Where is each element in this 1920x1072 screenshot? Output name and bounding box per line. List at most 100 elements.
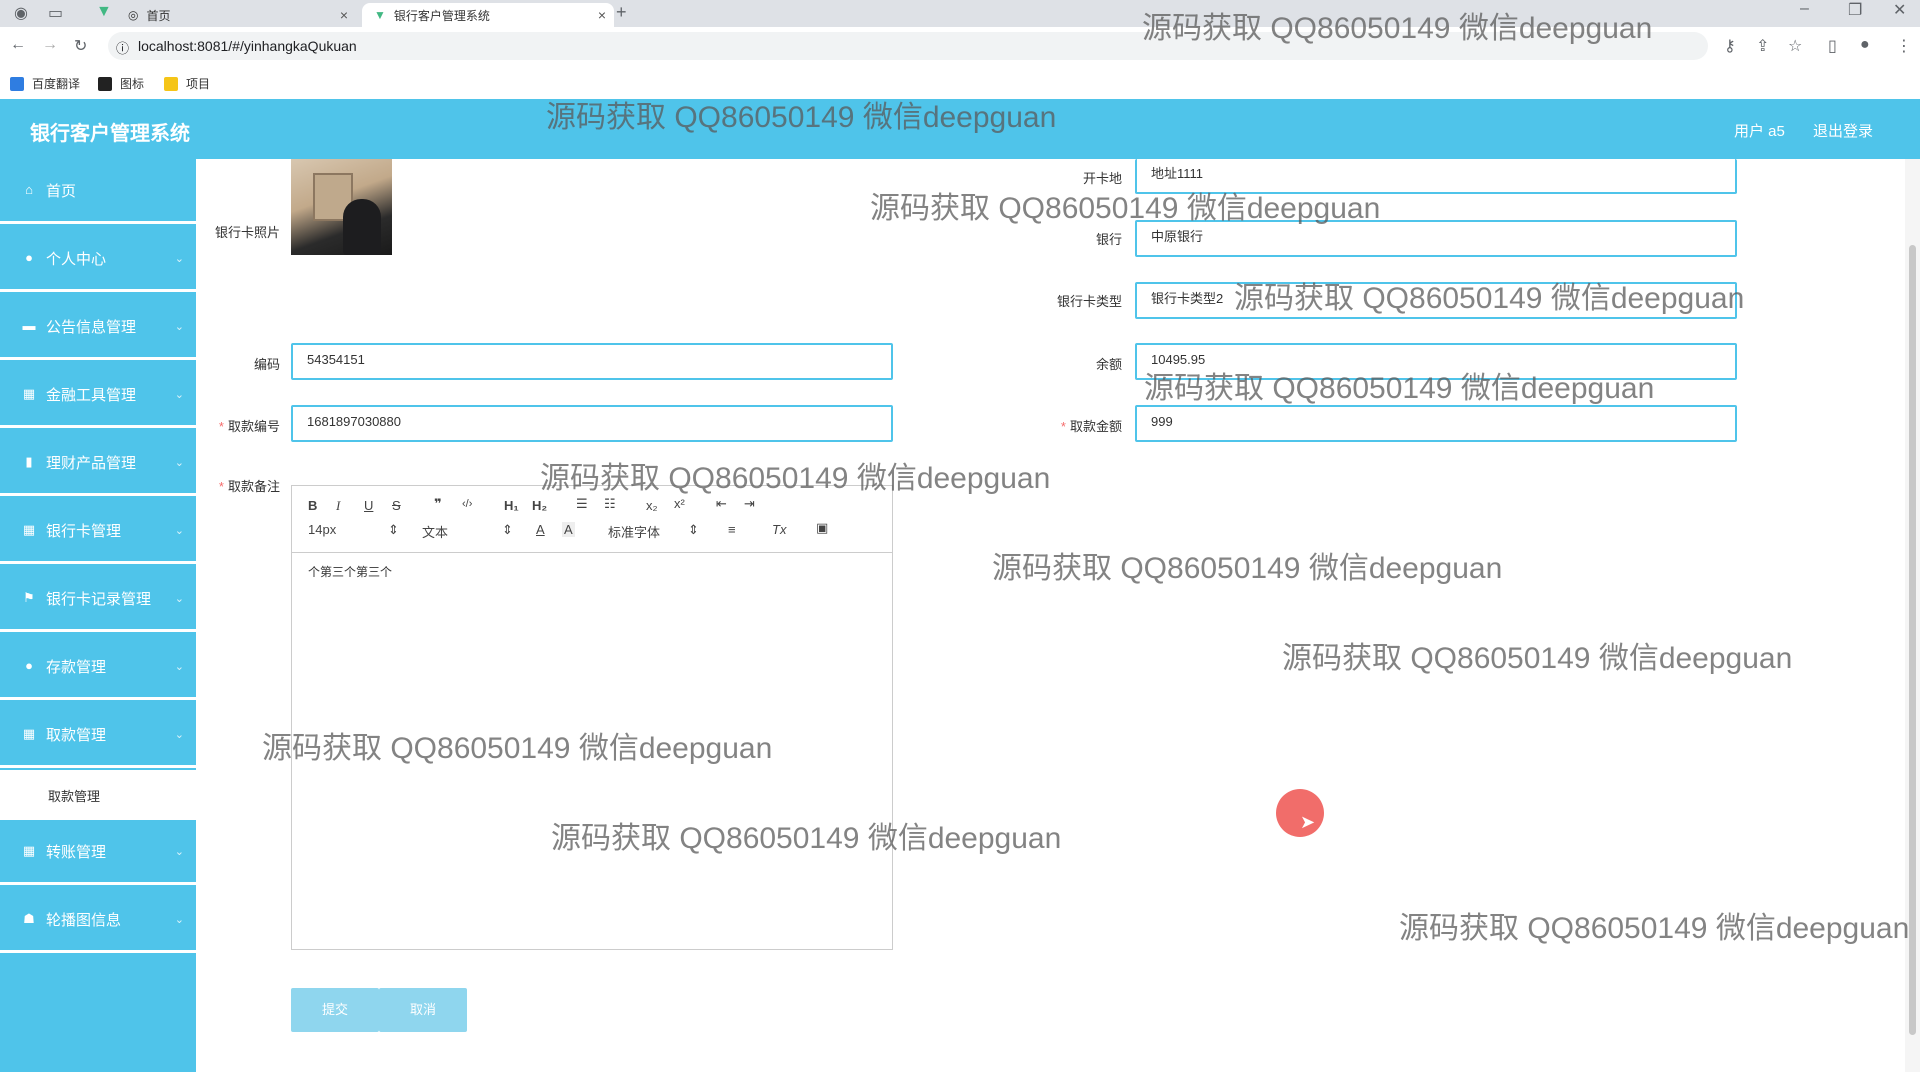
sidebar-item-label: 银行卡管理 bbox=[46, 522, 122, 540]
underline-icon[interactable]: U bbox=[364, 498, 373, 513]
watermark: 源码获取 QQ86050149 微信deepguan bbox=[546, 101, 1057, 134]
minimize-icon[interactable]: – bbox=[1800, 0, 1809, 18]
grid-icon: ▦ bbox=[22, 386, 36, 401]
text-type-select[interactable]: 文本 ⇕ bbox=[422, 522, 513, 541]
sidebar-item-notice[interactable]: ▬ 公告信息管理 ⌄ bbox=[0, 295, 196, 360]
scrollbar-thumb[interactable] bbox=[1909, 245, 1916, 1035]
select-arrow-icon: ⇕ bbox=[502, 522, 513, 537]
more-icon[interactable]: ⋮ bbox=[1896, 36, 1912, 56]
sidebar-item-label: 公告信息管理 bbox=[46, 318, 137, 336]
chevron-down-icon: ⌄ bbox=[174, 592, 184, 605]
indent-right-icon[interactable]: ⇥ bbox=[744, 496, 755, 512]
indent-left-icon[interactable]: ⇤ bbox=[716, 496, 727, 512]
heading1-icon[interactable]: H₁ bbox=[504, 498, 519, 513]
code-label: 编码 bbox=[253, 357, 280, 372]
tab-home-label: 首页 bbox=[146, 8, 171, 23]
strikethrough-icon[interactable]: S bbox=[392, 498, 401, 513]
sidebar-subitem-label: 取款管理 bbox=[48, 788, 101, 804]
sidebar-item-withdraw[interactable]: ▦ 取款管理 ⌄ bbox=[0, 703, 196, 768]
amount-field[interactable]: 999 bbox=[1135, 405, 1737, 442]
sidebar-item-cards[interactable]: ▦ 银行卡管理 ⌄ bbox=[0, 499, 196, 564]
notice-icon: ▬ bbox=[22, 318, 36, 333]
close-icon[interactable]: × bbox=[340, 7, 348, 23]
back-icon[interactable]: ← bbox=[10, 36, 26, 54]
withdraw-no-label: * 取款编号 bbox=[170, 416, 280, 435]
logout-link[interactable]: 退出登录 bbox=[1813, 120, 1873, 141]
code-block-icon[interactable]: ‹/› bbox=[462, 498, 472, 510]
sidebar-item-home[interactable]: ⌂ 首页 bbox=[0, 159, 196, 224]
watermark: 源码获取 QQ86050149 微信deepguan bbox=[540, 462, 1051, 495]
sidebar-item-label: 转账管理 bbox=[46, 843, 107, 861]
amount-label-text: 取款金额 bbox=[1069, 419, 1122, 434]
chrome-menu-icon[interactable]: ◉ bbox=[14, 3, 28, 23]
heading2-icon[interactable]: H₂ bbox=[532, 498, 547, 513]
new-tab-icon[interactable]: + bbox=[616, 2, 627, 23]
cancel-button[interactable]: 取消 bbox=[379, 988, 467, 1032]
font-size-select[interactable]: 14px ⇕ bbox=[308, 522, 399, 537]
card-photo bbox=[291, 159, 392, 255]
font-color-icon[interactable]: A bbox=[536, 522, 545, 537]
sidebar-item-profile[interactable]: ● 个人中心 ⌄ bbox=[0, 227, 196, 292]
editor-content[interactable]: 个第三个第三个 bbox=[308, 563, 392, 580]
star-icon[interactable]: ☆ bbox=[1788, 36, 1802, 56]
clear-format-icon[interactable]: Tx bbox=[772, 522, 786, 537]
cardtype-label: 银行卡类型 bbox=[1056, 294, 1122, 309]
sidebar-item-deposit[interactable]: ● 存款管理 ⌄ bbox=[0, 635, 196, 700]
translate-icon bbox=[10, 76, 24, 91]
share-icon[interactable]: ⇪ bbox=[1756, 36, 1769, 56]
font-family-select[interactable]: 标准字体 ⇕ bbox=[608, 522, 699, 541]
forward-icon[interactable]: → bbox=[42, 36, 58, 54]
key-icon[interactable]: ⚷ bbox=[1724, 36, 1736, 56]
bookmark-translate[interactable]: 百度翻译 bbox=[10, 75, 80, 92]
chevron-down-icon: ⌄ bbox=[174, 728, 184, 741]
sidebar-subitem-withdraw-manage[interactable]: 取款管理 bbox=[0, 770, 196, 820]
amount-label: * 取款金额 bbox=[1012, 416, 1122, 435]
tab-home[interactable]: ◎ 首页 × bbox=[128, 3, 356, 27]
restore-icon[interactable]: ❐ bbox=[1848, 0, 1862, 20]
submit-button[interactable]: 提交 bbox=[291, 988, 379, 1032]
window-close-icon[interactable]: ✕ bbox=[1893, 0, 1906, 20]
withdraw-no-field[interactable]: 1681897030880 bbox=[291, 405, 893, 442]
reload-icon[interactable]: ↻ bbox=[74, 36, 87, 56]
text-type-value: 文本 bbox=[422, 525, 449, 540]
thumb-icon: ☗ bbox=[23, 911, 35, 926]
italic-icon[interactable]: I bbox=[336, 498, 340, 514]
sidebar-item-label: 首页 bbox=[46, 182, 77, 200]
blank-tab-icon[interactable]: ▭ bbox=[48, 3, 63, 23]
chevron-down-icon: ⌄ bbox=[174, 388, 184, 401]
background-color-icon[interactable]: A bbox=[562, 522, 575, 537]
profile-icon[interactable]: ● bbox=[1860, 36, 1870, 54]
sidebar-item-label: 存款管理 bbox=[46, 658, 107, 676]
bookmark-icons[interactable]: 图标 bbox=[98, 75, 144, 92]
blockquote-icon[interactable]: ❞ bbox=[434, 496, 442, 512]
sidebar-item-products[interactable]: ▮ 理财产品管理 ⌄ bbox=[0, 431, 196, 496]
bullet-list-icon[interactable]: ☷ bbox=[604, 496, 616, 512]
sidebar-item-finance-tools[interactable]: ▦ 金融工具管理 ⌄ bbox=[0, 363, 196, 428]
bookmark-project[interactable]: 项目 bbox=[164, 75, 210, 92]
align-icon[interactable]: ≡ bbox=[728, 522, 736, 537]
sidebar-item-transfer[interactable]: ▦ 转账管理 ⌄ bbox=[0, 820, 196, 885]
sidebar-item-label: 银行卡记录管理 bbox=[46, 590, 152, 608]
close-icon[interactable]: × bbox=[598, 7, 606, 23]
code-field[interactable]: 54354151 bbox=[291, 343, 893, 380]
sidebar-toggle-icon[interactable]: ▯ bbox=[1828, 36, 1837, 56]
vue-logo-icon[interactable]: ▼ bbox=[96, 3, 112, 21]
bookmark-label: 图标 bbox=[120, 77, 145, 91]
chevron-down-icon: ⌄ bbox=[174, 913, 184, 926]
required-mark: * bbox=[218, 419, 224, 434]
user-icon: ● bbox=[25, 250, 33, 265]
watermark: 源码获取 QQ86050149 微信deepguan bbox=[1282, 642, 1793, 675]
sidebar-item-carousel[interactable]: ☗ 轮播图信息 ⌄ bbox=[0, 888, 196, 953]
superscript-icon[interactable]: x² bbox=[674, 496, 685, 511]
required-mark: * bbox=[1060, 419, 1066, 434]
subscript-icon[interactable]: x₂ bbox=[646, 498, 658, 513]
tab-bank-system[interactable]: ▼ 银行客户管理系统 × bbox=[362, 3, 614, 27]
home-icon: ⌂ bbox=[25, 182, 33, 197]
chevron-down-icon: ⌄ bbox=[174, 252, 184, 265]
ordered-list-icon[interactable]: ☰ bbox=[576, 496, 588, 512]
sidebar-item-card-records[interactable]: ⚑ 银行卡记录管理 ⌄ bbox=[0, 567, 196, 632]
image-icon[interactable]: ▣ bbox=[816, 520, 828, 536]
bookmark-label: 项目 bbox=[186, 77, 211, 91]
bold-icon[interactable]: B bbox=[308, 498, 317, 513]
photo-label: 银行卡照片 bbox=[214, 225, 280, 240]
